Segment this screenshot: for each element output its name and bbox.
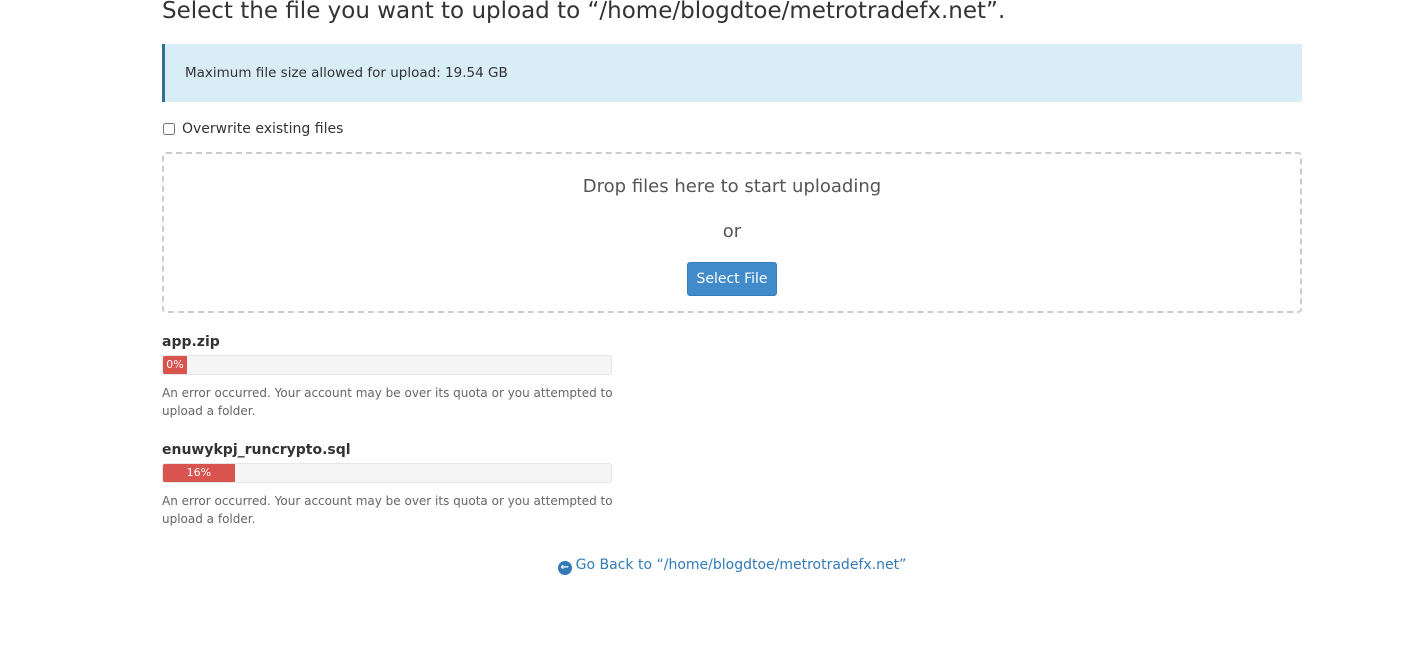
upload-item: app.zip 0% An error occurred. Your accou… xyxy=(162,333,642,420)
drop-files-text: Drop files here to start uploading xyxy=(582,176,882,197)
go-back-link[interactable]: ← Go Back to “/home/blogdtoe/metrotradefx… xyxy=(557,557,907,575)
upload-progress-track: 16% xyxy=(162,463,612,483)
max-size-alert-text: Maximum file size allowed for upload: 19… xyxy=(185,65,508,81)
arrow-circle-left-icon: ← xyxy=(557,561,572,575)
upload-item: enuwykpj_runcrypto.sql 16% An error occu… xyxy=(162,441,642,528)
upload-progress-bar: 16% xyxy=(163,464,235,482)
file-dropzone[interactable]: Drop files here to start uploading or Se… xyxy=(162,152,1302,313)
page-title: Select the file you want to upload to “/… xyxy=(162,0,1006,24)
or-text: or xyxy=(722,221,742,242)
go-back-label: Go Back to “/home/blogdtoe/metrotradefx.… xyxy=(575,557,907,573)
overwrite-option[interactable]: Overwrite existing files xyxy=(162,121,343,137)
upload-progress-bar: 0% xyxy=(163,356,187,374)
go-back-link-row: ← Go Back to “/home/blogdtoe/metrotradefx… xyxy=(162,557,1302,575)
upload-file-name: enuwykpj_runcrypto.sql xyxy=(162,442,351,458)
overwrite-label: Overwrite existing files xyxy=(182,121,344,137)
upload-error-message: An error occurred. Your account may be o… xyxy=(162,386,613,418)
max-size-alert: Maximum file size allowed for upload: 19… xyxy=(162,44,1302,102)
overwrite-checkbox[interactable] xyxy=(163,123,175,135)
upload-file-name: app.zip xyxy=(162,334,220,350)
upload-error-message: An error occurred. Your account may be o… xyxy=(162,494,613,526)
select-file-button[interactable]: Select File xyxy=(687,262,777,296)
upload-progress-track: 0% xyxy=(162,355,612,375)
